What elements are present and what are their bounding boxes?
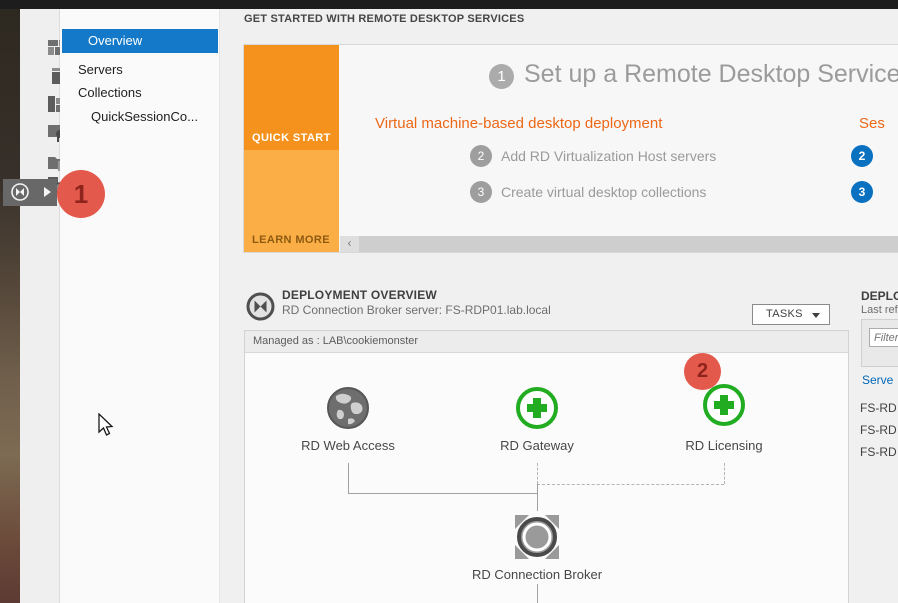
annotation-badge-1: 1 [57, 170, 105, 218]
page-title: GET STARTED WITH REMOTE DESKTOP SERVICES [244, 13, 524, 25]
deployment-overview-title: DEPLOYMENT OVERVIEW [282, 288, 437, 302]
globe-icon [326, 386, 370, 430]
step-3-label: Create virtual desktop collections [501, 181, 706, 203]
nav-item-servers[interactable]: Servers [62, 58, 218, 81]
mouse-cursor-icon [97, 413, 115, 439]
connector-webaccess-horizontal [348, 493, 537, 494]
rd-gateway-add-node[interactable] [516, 387, 558, 429]
connection-broker-icon [511, 511, 563, 563]
deployment-servers-title-clipped: DEPLO [861, 289, 898, 303]
filter-input[interactable] [869, 328, 898, 347]
rd-connection-broker-label: RD Connection Broker [447, 567, 627, 582]
nav-item-overview[interactable]: Overview [62, 29, 218, 53]
rd-licensing-label: RD Licensing [634, 438, 814, 453]
rds-nav-panel: Overview Servers Collections QuickSessio… [60, 9, 220, 603]
server-column-header-clipped[interactable]: Serve [862, 373, 893, 387]
server-row-2[interactable]: FS-RD [860, 423, 897, 437]
deployment-servers-refreshed-clipped: Last ref [861, 304, 898, 316]
nav-item-collections[interactable]: Collections [62, 81, 218, 104]
nav-item-quicksessioncollection[interactable]: QuickSessionCo... [62, 105, 218, 128]
sidebar-icon-rail [20, 9, 60, 603]
tab-quick-start[interactable]: QUICK START [244, 45, 339, 150]
step-2-circle: 2 [470, 145, 492, 167]
window-top-bar [0, 0, 898, 9]
sidebar-item-remote-desktop-services[interactable] [3, 179, 57, 206]
managed-as-text: Managed as : LAB\cookiemonster [245, 331, 848, 352]
vm-deployment-column-title[interactable]: Virtual machine-based desktop deployment [375, 115, 662, 132]
server-row-3[interactable]: FS-RD [860, 445, 897, 459]
quick-start-heading-link[interactable]: Set up a Remote Desktop Services [524, 60, 898, 89]
scroll-left-icon: ‹ [348, 236, 352, 250]
rds-flyout-arrow-icon[interactable] [44, 187, 51, 197]
server-row-1[interactable]: FS-RD [860, 401, 897, 415]
scroll-left-button[interactable]: ‹ [340, 236, 359, 252]
annotation-badge-2: 2 [684, 353, 721, 390]
connector-broker-vertical [537, 484, 538, 511]
connector-licensing-vertical [724, 463, 725, 484]
rd-connection-broker-node[interactable] [511, 511, 563, 568]
rd-web-access-node[interactable] [326, 386, 370, 435]
quick-start-panel: QUICK START LEARN MORE 1 Set up a Remote… [243, 44, 898, 253]
rd-licensing-add-node[interactable] [703, 384, 745, 426]
horizontal-scrollbar[interactable]: ‹ [340, 236, 898, 252]
dropdown-arrow-icon [812, 313, 820, 318]
managed-as-bar: Managed as : LAB\cookiemonster [245, 331, 848, 353]
server-manager-window: 1 Overview Servers Collections QuickSess… [0, 0, 898, 603]
quick-start-tab-label: QUICK START [252, 132, 331, 144]
connector-gateway-vertical [537, 463, 538, 484]
connector-below-broker-vertical [537, 584, 538, 603]
remote-desktop-services-icon [10, 182, 30, 202]
deployment-overview-subtitle: RD Connection Broker server: FS-RDP01.la… [282, 303, 551, 317]
session-step-3-circle[interactable]: 3 [851, 181, 873, 203]
step-1-circle: 1 [489, 64, 514, 89]
learn-more-tab-label: LEARN MORE [252, 234, 330, 246]
step-2-label: Add RD Virtualization Host servers [501, 145, 716, 167]
deployment-overview-panel: Managed as : LAB\cookiemonster RD Web Ac… [244, 330, 849, 603]
tasks-label: TASKS [766, 305, 803, 324]
session-step-2-circle[interactable]: 2 [851, 145, 873, 167]
deployment-overview-rds-icon [246, 292, 275, 321]
rd-web-access-label: RD Web Access [258, 438, 438, 453]
tab-learn-more[interactable]: LEARN MORE [244, 150, 339, 252]
connector-gateway-licensing-horizontal [537, 484, 724, 485]
tasks-dropdown-button[interactable]: TASKS [752, 304, 830, 325]
desktop-background-sliver [0, 9, 20, 603]
step-3-circle: 3 [470, 181, 492, 203]
session-deployment-column-title-clipped[interactable]: Ses [859, 115, 885, 132]
connector-webaccess-vertical [348, 463, 349, 493]
rd-gateway-label: RD Gateway [447, 438, 627, 453]
